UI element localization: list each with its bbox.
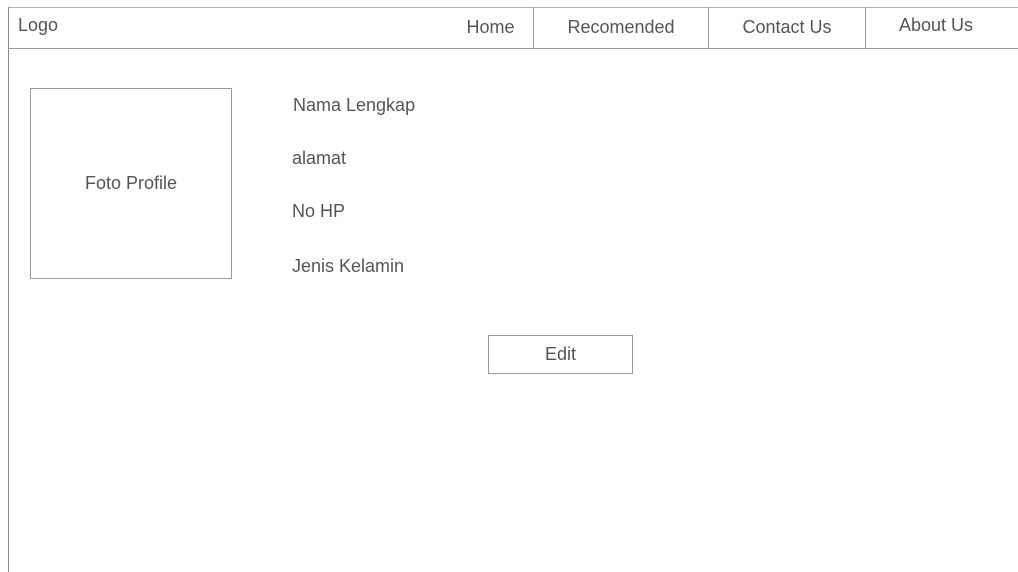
field-nama-lengkap: Nama Lengkap xyxy=(293,95,416,115)
profile-photo: Foto Profile xyxy=(30,88,232,279)
nav-home[interactable]: Home xyxy=(448,7,534,48)
field-jenis-kelamin: Jenis Kelamin xyxy=(292,256,405,276)
page-frame-left-border xyxy=(8,7,9,572)
edit-button[interactable]: Edit xyxy=(488,335,633,374)
nav-about-us[interactable]: About Us xyxy=(866,7,1006,48)
field-no-hp: No HP xyxy=(292,201,346,221)
header-divider xyxy=(8,48,1018,49)
profile-photo-label: Foto Profile xyxy=(84,173,178,193)
logo[interactable]: Logo xyxy=(18,15,58,36)
nav-recomended[interactable]: Recomended xyxy=(534,7,709,48)
field-alamat: alamat xyxy=(292,148,347,168)
nav-contact-us[interactable]: Contact Us xyxy=(709,7,866,48)
